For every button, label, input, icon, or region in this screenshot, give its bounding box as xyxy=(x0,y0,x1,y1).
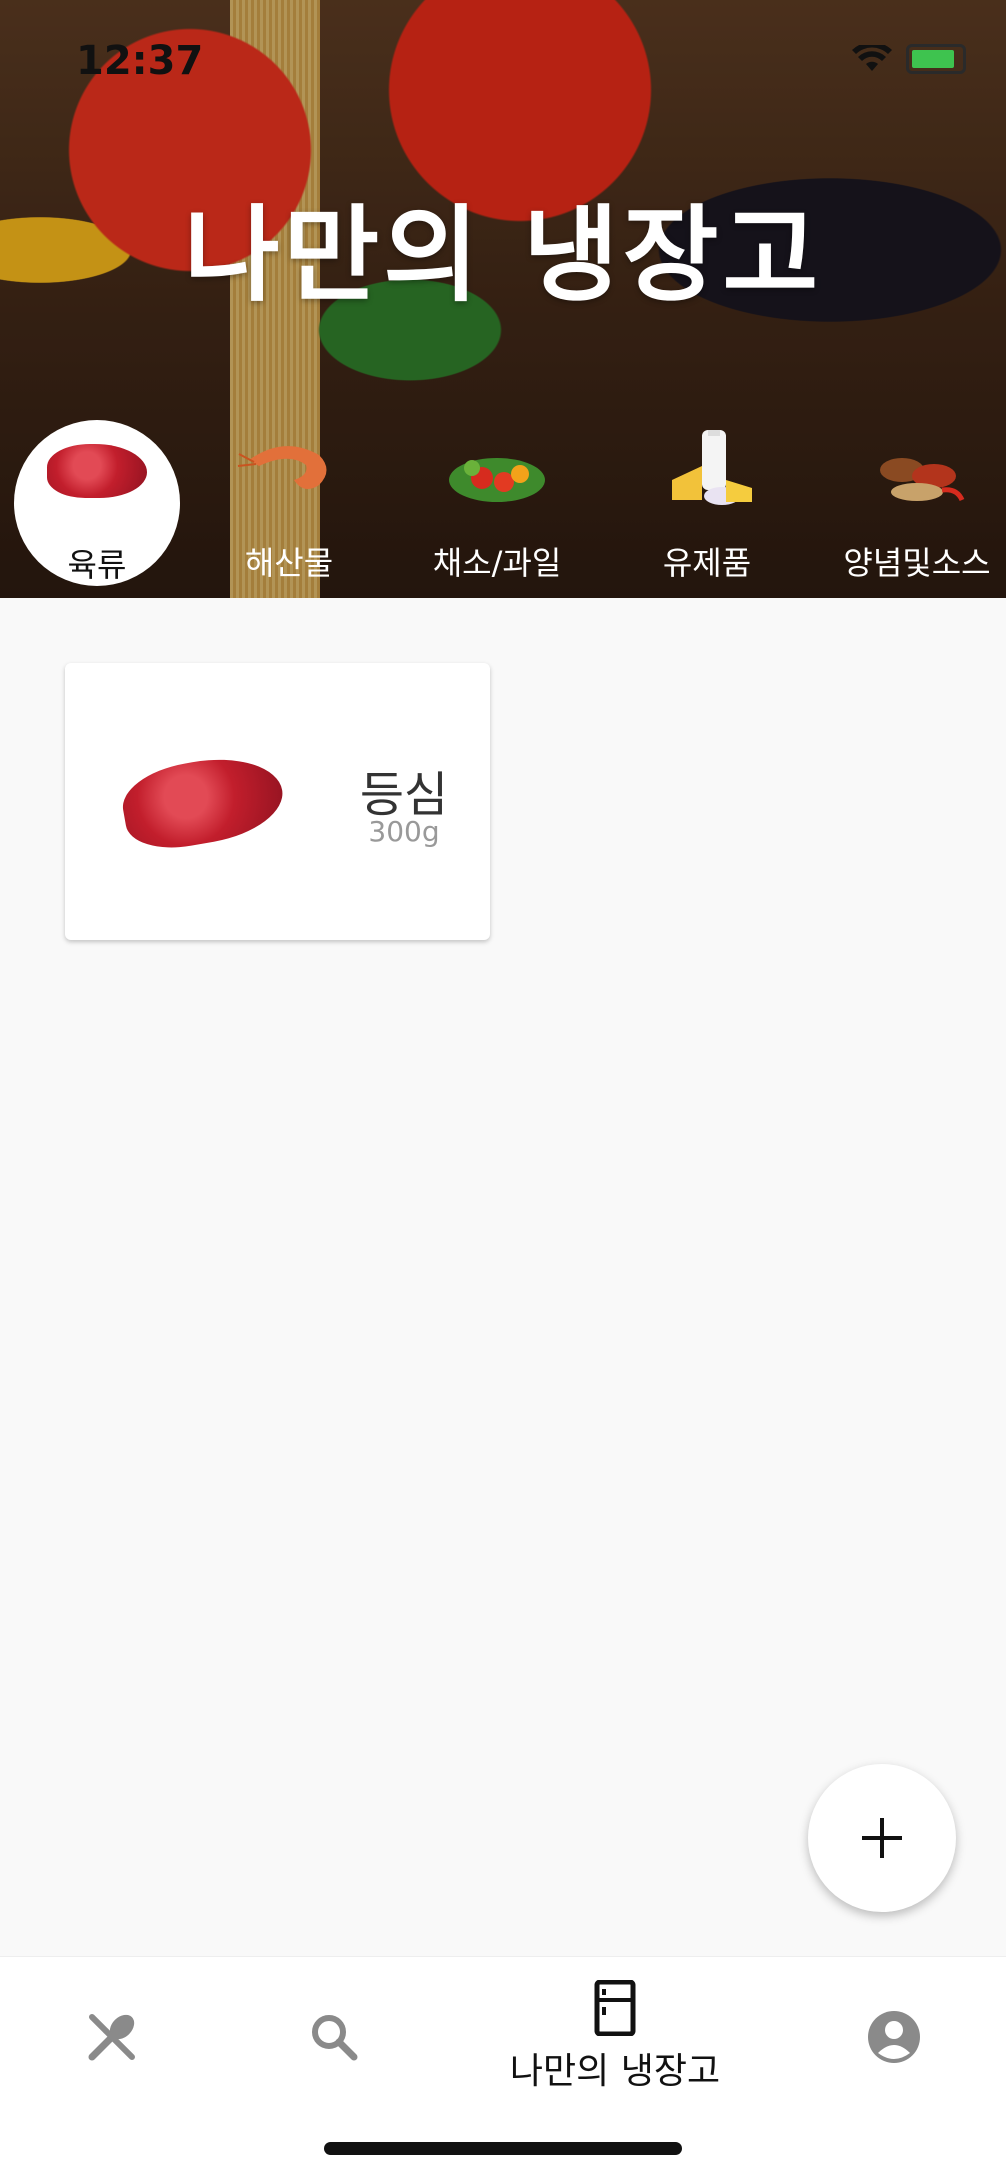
category-label: 양념및소스 xyxy=(843,544,991,582)
sirloin-image xyxy=(117,747,289,857)
account-icon xyxy=(868,2011,920,2063)
category-label: 유제품 xyxy=(662,544,752,582)
tab-profile[interactable] xyxy=(850,1957,938,2117)
category-vegetables-fruit[interactable]: 채소/과일 xyxy=(402,410,592,598)
utensils-icon xyxy=(88,2014,135,2061)
fridge-icon xyxy=(594,1980,636,2036)
battery-icon xyxy=(906,44,966,74)
shrimp-icon xyxy=(237,446,327,489)
page-title: 나만의 냉장고 xyxy=(183,194,823,316)
status-time: 12:37 xyxy=(76,38,204,84)
tab-my-fridge[interactable]: 나만의 냉장고 xyxy=(490,1957,740,2117)
category-label: 채소/과일 xyxy=(432,544,562,582)
wifi-icon xyxy=(852,45,892,71)
ingredient-quantity: 300g xyxy=(368,815,440,848)
ingredient-card[interactable]: 등심 300g xyxy=(65,663,490,940)
header-banner: 12:37 나만의 냉장고 육류 해산물 채소/과일 유제품 양념및소스 xyxy=(0,0,1006,598)
spices-icon xyxy=(880,458,965,502)
meat-icon xyxy=(47,444,147,498)
home-indicator xyxy=(324,2142,682,2155)
tab-label: 나만의 냉장고 xyxy=(509,2051,721,2092)
category-bar: 육류 해산물 채소/과일 유제품 양념및소스 xyxy=(0,410,1006,598)
category-seafood[interactable]: 해산물 xyxy=(194,410,384,598)
search-icon xyxy=(312,2015,358,2061)
tab-recipes[interactable] xyxy=(68,1957,156,2117)
status-icons xyxy=(852,44,966,74)
category-label: 해산물 xyxy=(244,544,334,582)
category-meat[interactable]: 육류 xyxy=(2,410,192,598)
category-dairy[interactable]: 유제품 xyxy=(612,410,802,598)
tab-search[interactable] xyxy=(290,1957,378,2117)
category-seasoning-sauce[interactable]: 양념및소스 xyxy=(822,410,1006,598)
category-label: 육류 xyxy=(67,546,127,584)
dairy-icon xyxy=(672,430,752,505)
plus-icon xyxy=(862,1818,902,1858)
add-ingredient-button[interactable] xyxy=(808,1764,956,1912)
vegetables-icon xyxy=(449,458,545,502)
